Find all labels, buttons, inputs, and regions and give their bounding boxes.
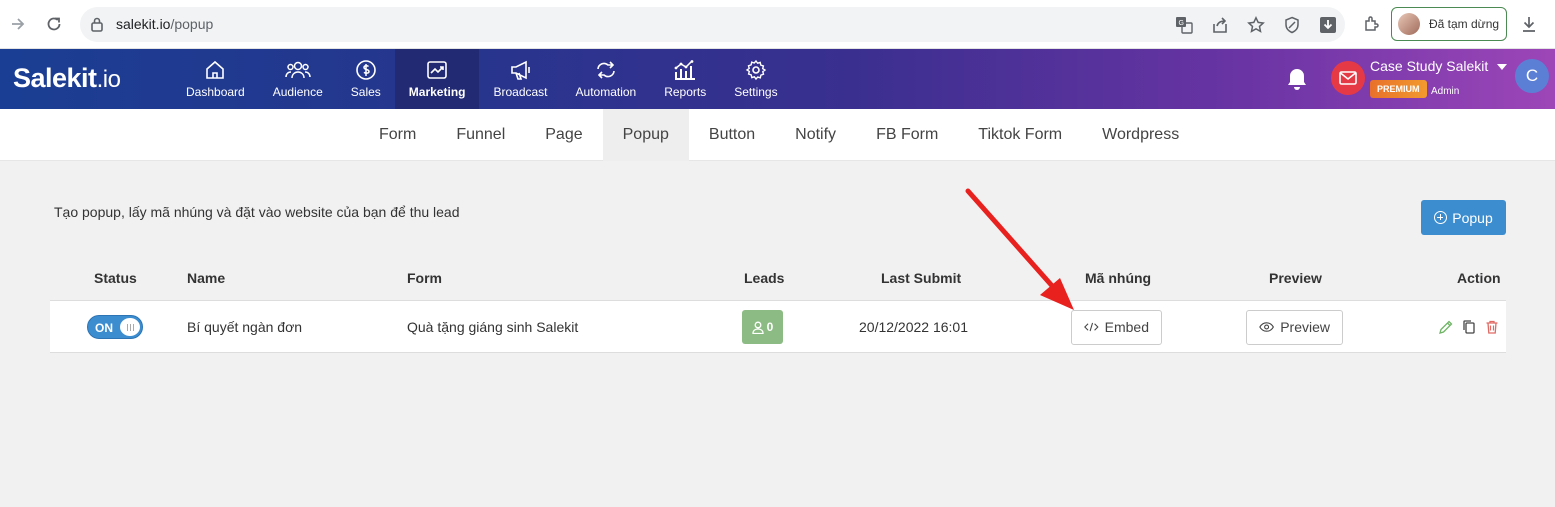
col-embed-code[interactable]: Mã nhúng (1085, 270, 1151, 286)
edit-icon[interactable] (1438, 319, 1454, 335)
downloads-icon[interactable] (1517, 12, 1541, 36)
col-status[interactable]: Status (94, 270, 137, 286)
table-header: Status Name Form Leads Last Submit Mã nh… (50, 254, 1506, 301)
svg-text:G: G (1179, 20, 1184, 27)
salekit-logo[interactable]: Salekit.io (13, 63, 121, 94)
row-last-submit: 20/12/2022 16:01 (859, 319, 968, 335)
tab-wordpress[interactable]: Wordpress (1082, 109, 1199, 161)
download-status-icon[interactable] (1318, 15, 1338, 35)
chevron-down-icon[interactable] (1497, 64, 1507, 70)
extensions-icon[interactable] (1360, 12, 1384, 36)
automation-icon (597, 61, 615, 79)
reload-icon (47, 17, 61, 31)
page-description: Tạo popup, lấy mã nhúng và đặt vào websi… (54, 204, 460, 220)
tab-button[interactable]: Button (689, 109, 775, 161)
toggle-knob (120, 318, 140, 336)
tab-fb-form[interactable]: FB Form (856, 109, 958, 161)
nav-broadcast[interactable]: Broadcast (479, 49, 561, 109)
url-text: salekit.io/popup (116, 16, 214, 32)
share-icon[interactable] (1210, 15, 1230, 35)
chart-icon (427, 61, 447, 79)
home-icon (206, 60, 225, 79)
avatar[interactable]: C (1515, 59, 1549, 93)
row-name[interactable]: Bí quyết ngàn đơn (187, 301, 302, 353)
nav-marketing[interactable]: Marketing (394, 49, 480, 109)
profile-avatar (1398, 13, 1420, 35)
tab-notify[interactable]: Notify (775, 109, 856, 161)
preview-button[interactable]: Preview (1246, 309, 1343, 345)
app-header: Salekit.io Dashboard Audience Sales Mark… (0, 49, 1555, 109)
nav-sales[interactable]: Sales (337, 49, 395, 109)
trash-icon[interactable] (1484, 319, 1500, 335)
account-role: Admin (1431, 86, 1460, 97)
notification-bell-icon[interactable] (1285, 66, 1309, 97)
popup-table: Status Name Form Leads Last Submit Mã nh… (50, 254, 1506, 353)
col-preview[interactable]: Preview (1269, 270, 1322, 286)
dollar-icon (355, 60, 376, 80)
nav-dashboard[interactable]: Dashboard (172, 49, 259, 109)
mail-button[interactable] (1331, 61, 1365, 95)
arrow-right-icon (12, 18, 25, 30)
nav-automation[interactable]: Automation (562, 49, 651, 109)
plus-circle-icon (1434, 211, 1448, 224)
embed-button[interactable]: Embed (1071, 309, 1162, 345)
add-popup-button[interactable]: Popup (1421, 200, 1506, 235)
tab-form[interactable]: Form (359, 109, 436, 161)
tab-popup[interactable]: Popup (602, 109, 689, 161)
copy-icon[interactable] (1461, 319, 1477, 335)
col-name[interactable]: Name (187, 270, 225, 286)
col-last-submit[interactable]: Last Submit (881, 270, 961, 286)
nav-audience[interactable]: Audience (259, 49, 337, 109)
translate-icon[interactable]: G (1174, 15, 1194, 35)
user-icon (752, 321, 764, 334)
leads-count-button[interactable]: 0 (742, 310, 783, 344)
reload-button[interactable] (42, 12, 66, 36)
tab-tiktok-form[interactable]: Tiktok Form (958, 109, 1082, 161)
marketing-subnav: Form Funnel Page Popup Button Notify FB … (0, 109, 1555, 161)
users-icon (284, 61, 311, 79)
main-nav: Dashboard Audience Sales Marketing Broad… (172, 49, 792, 109)
col-action[interactable]: Action (1457, 270, 1501, 286)
star-icon[interactable] (1246, 15, 1266, 35)
table-row: ON Bí quyết ngàn đơn Quà tặng giáng sinh… (50, 301, 1506, 353)
gear-icon (745, 59, 767, 81)
code-icon (1084, 322, 1099, 332)
browser-toolbar: salekit.io/popup G Đã tạm dừng (0, 0, 1555, 49)
tab-page[interactable]: Page (525, 109, 602, 161)
mail-icon (1339, 71, 1357, 85)
nav-reports[interactable]: Reports (650, 49, 720, 109)
row-form: Quà tặng giáng sinh Salekit (407, 319, 579, 335)
profile-status-text: Đã tạm dừng (1429, 17, 1500, 31)
back-button[interactable] (6, 12, 30, 36)
lock-icon (91, 17, 103, 32)
megaphone-icon (510, 60, 530, 80)
tab-funnel[interactable]: Funnel (436, 109, 525, 161)
col-form[interactable]: Form (407, 270, 442, 286)
nav-settings[interactable]: Settings (720, 49, 791, 109)
profile-paused-chip[interactable]: Đã tạm dừng (1391, 7, 1507, 41)
status-toggle[interactable]: ON (87, 315, 143, 339)
premium-badge: PREMIUM (1370, 80, 1427, 98)
eye-icon (1259, 322, 1274, 332)
shield-icon[interactable] (1282, 15, 1302, 35)
col-leads[interactable]: Leads (744, 270, 784, 286)
reports-icon (674, 60, 696, 80)
account-name[interactable]: Case Study Salekit (1370, 58, 1488, 74)
address-bar[interactable]: salekit.io/popup G (80, 7, 1345, 42)
